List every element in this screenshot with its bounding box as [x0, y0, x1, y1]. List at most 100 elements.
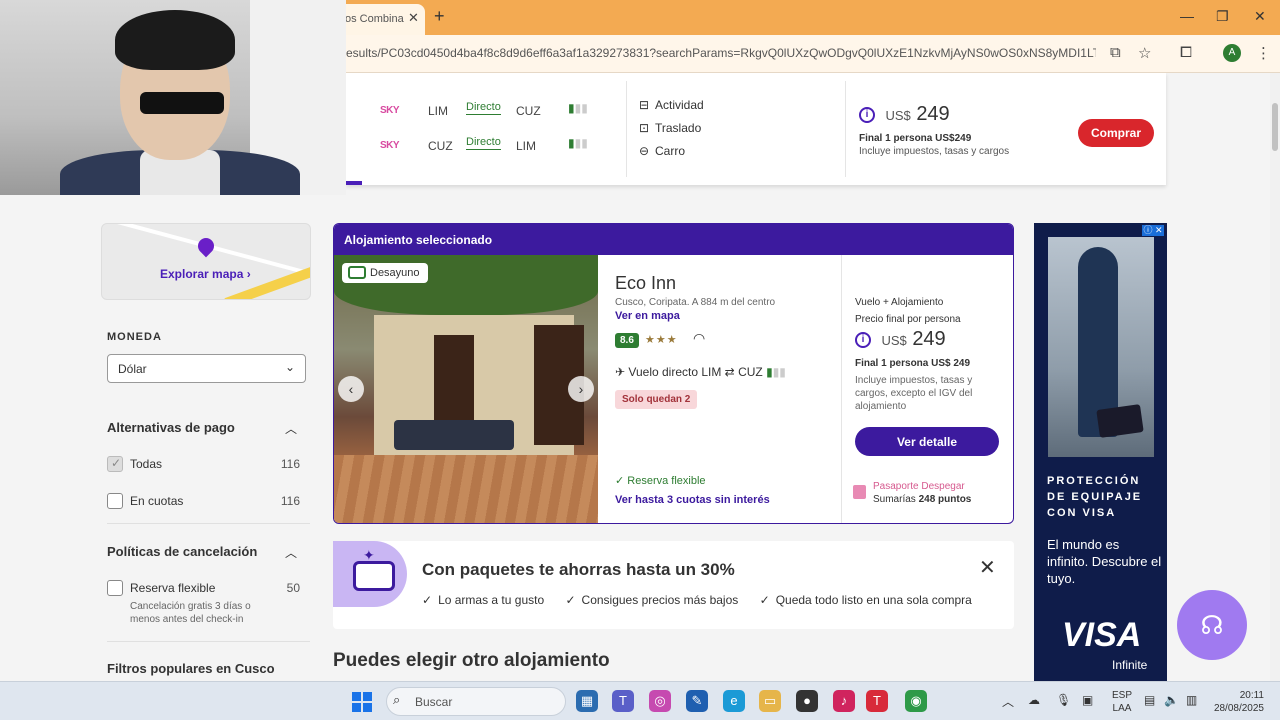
support-headset-icon[interactable]: ☊	[1177, 590, 1247, 660]
badge-label: Desayuno	[370, 267, 420, 279]
webcam-overlay	[0, 0, 346, 195]
explore-map-card[interactable]: Explorar mapa ›	[101, 223, 311, 300]
profile-avatar[interactable]: A	[1223, 44, 1241, 62]
edge-app-icon[interactable]: e	[723, 690, 745, 712]
tray-app-icon[interactable]: ▣	[1082, 693, 1093, 707]
url-field[interactable]: esults/PC03cd0450d4ba4f8c8d9d6eff6a3af1a…	[346, 46, 1096, 60]
tab-close-icon[interactable]: ✕	[408, 10, 419, 26]
hotel-name[interactable]: Eco Inn	[615, 273, 676, 294]
option-count: 50	[286, 581, 300, 595]
view-detail-button[interactable]: Ver detalle	[855, 427, 999, 456]
buy-button[interactable]: Comprar	[1078, 119, 1154, 147]
hotel-card-header: Alojamiento seleccionado	[334, 224, 1013, 255]
volume-icon[interactable]: 🔈	[1164, 693, 1179, 707]
selected-hotel-card: Alojamiento seleccionado Desayuno ‹ › Ec…	[333, 223, 1014, 524]
teams-app-icon[interactable]: T	[612, 690, 634, 712]
search-icon: ⌕	[393, 692, 401, 707]
hotel-location: Cusco, Coripata. A 884 m del centro	[615, 297, 776, 308]
ad-photo	[1048, 237, 1154, 457]
install-icon[interactable]: ⧉	[1110, 44, 1121, 61]
checkbox[interactable]	[107, 493, 123, 509]
info-icon[interactable]: i	[859, 106, 875, 123]
payment-option-all[interactable]: Todas 116	[107, 456, 300, 474]
more-menu-icon[interactable]: ⋮	[1256, 44, 1271, 62]
clock[interactable]: 20:11 28/08/2025	[1212, 689, 1264, 715]
points-text: Sumarías 248 puntos	[873, 494, 971, 505]
battery-icon[interactable]: ▥	[1186, 693, 1197, 707]
option-label: Todas	[130, 457, 163, 471]
currency-label: US$	[881, 333, 907, 348]
map-pin-icon	[194, 234, 218, 258]
chevron-down-icon: ⌄	[284, 360, 295, 374]
prev-photo-icon[interactable]: ‹	[338, 376, 364, 402]
tray-chevron-icon[interactable]: ︿	[1002, 693, 1014, 710]
summary-price: i US$ 249	[859, 103, 950, 126]
extensions-icon[interactable]: ⧠	[1180, 44, 1192, 61]
chevron-up-icon[interactable]: ︿	[285, 420, 297, 437]
chrome-app-icon[interactable]: ◉	[905, 690, 927, 712]
chevron-up-icon[interactable]: ︿	[285, 544, 297, 561]
sparkle-icon: ✦	[363, 547, 375, 563]
progress-indicator	[346, 181, 362, 185]
flexible-booking: ✓ Reserva flexible	[615, 475, 706, 487]
lang-bottom: LAA	[1112, 703, 1132, 714]
minimize-icon[interactable]: —	[1180, 8, 1194, 24]
close-window-icon[interactable]: ✕	[1254, 8, 1266, 25]
baggage-icon: ▮▮▮	[568, 101, 588, 115]
store-app-icon[interactable]: ▦	[576, 690, 598, 712]
new-tab-icon[interactable]: +	[434, 6, 445, 27]
whiteboard-app-icon[interactable]: ✎	[686, 690, 708, 712]
payment-heading: Alternativas de pago	[107, 420, 235, 435]
points-value: 248 puntos	[918, 494, 972, 505]
checkbox[interactable]	[107, 456, 123, 472]
promo-benefits: ✓ Lo armas a tu gusto ✓ Consigues precios …	[422, 593, 990, 607]
scrollbar-thumb[interactable]	[1272, 103, 1278, 151]
divider	[107, 641, 310, 642]
origin-airport: LIM	[428, 104, 449, 118]
photo-floor	[334, 455, 598, 523]
hotel-photo[interactable]: Desayuno ‹ ›	[334, 255, 598, 523]
scrollbar[interactable]	[1270, 73, 1280, 681]
clock-date: 28/08/2025	[1213, 703, 1264, 714]
ticket-icon: ⊟	[639, 98, 650, 112]
info-icon[interactable]: i	[855, 331, 871, 348]
flight-type: Directo	[466, 136, 501, 150]
option-label: Reserva flexible	[130, 581, 216, 595]
promo-benefit: Consigues precios más bajos	[581, 593, 739, 607]
transfer-icon: ⊡	[639, 121, 650, 135]
payment-option-installments[interactable]: En cuotas 116	[107, 493, 300, 511]
taskbar-search[interactable]: Buscar	[386, 687, 566, 716]
extra-label: Actividad	[655, 98, 704, 112]
copilot-app-icon[interactable]: ◎	[649, 690, 671, 712]
divider	[841, 255, 842, 523]
obs-app-icon[interactable]: ●	[796, 690, 818, 712]
cancel-option-flexible[interactable]: Reserva flexible 50	[107, 580, 300, 598]
ad-card-image	[1096, 404, 1144, 438]
plane-icon: ✈	[615, 365, 626, 379]
view-on-map-link[interactable]: Ver en mapa	[615, 310, 680, 322]
wifi-icon: ◠	[693, 330, 706, 346]
next-photo-icon[interactable]: ›	[568, 376, 594, 402]
visa-ad[interactable]: ⓘ ✕ PROTECCIÓN DE EQUIPAJE CON VISA El m…	[1034, 223, 1167, 681]
restore-icon[interactable]: ❐	[1216, 8, 1229, 25]
network-icon[interactable]: ▤	[1144, 693, 1155, 707]
bookmark-star-icon[interactable]: ☆	[1138, 44, 1151, 62]
capcut-app-icon[interactable]: ♪	[833, 690, 855, 712]
checkbox[interactable]	[107, 580, 123, 596]
windows-start-icon[interactable]	[352, 692, 372, 712]
installments-link[interactable]: Ver hasta 3 cuotas sin interés	[615, 494, 770, 506]
baggage-icon: ▮▮▮	[766, 365, 786, 379]
microphone-icon[interactable]: 🎙	[1056, 693, 1071, 707]
price-label: Precio final por persona	[855, 314, 961, 325]
language-indicator[interactable]: ESP LAA	[1112, 689, 1132, 715]
file-explorer-icon[interactable]: ▭	[759, 690, 781, 712]
explore-map-label: Explorar mapa ›	[160, 267, 251, 281]
onedrive-icon[interactable]: ☁	[1028, 693, 1040, 707]
close-icon[interactable]: ✕	[979, 555, 996, 580]
extra-activity: ⊟ Actividad	[639, 98, 704, 112]
currency-select[interactable]: Dólar ⌄	[107, 354, 306, 383]
extra-label: Traslado	[655, 121, 702, 135]
text-app-icon[interactable]: T	[866, 690, 888, 712]
ad-choices-icon[interactable]: ⓘ ✕	[1142, 225, 1164, 236]
flight-text: Vuelo directo LIM ⇄ CUZ	[628, 365, 763, 379]
